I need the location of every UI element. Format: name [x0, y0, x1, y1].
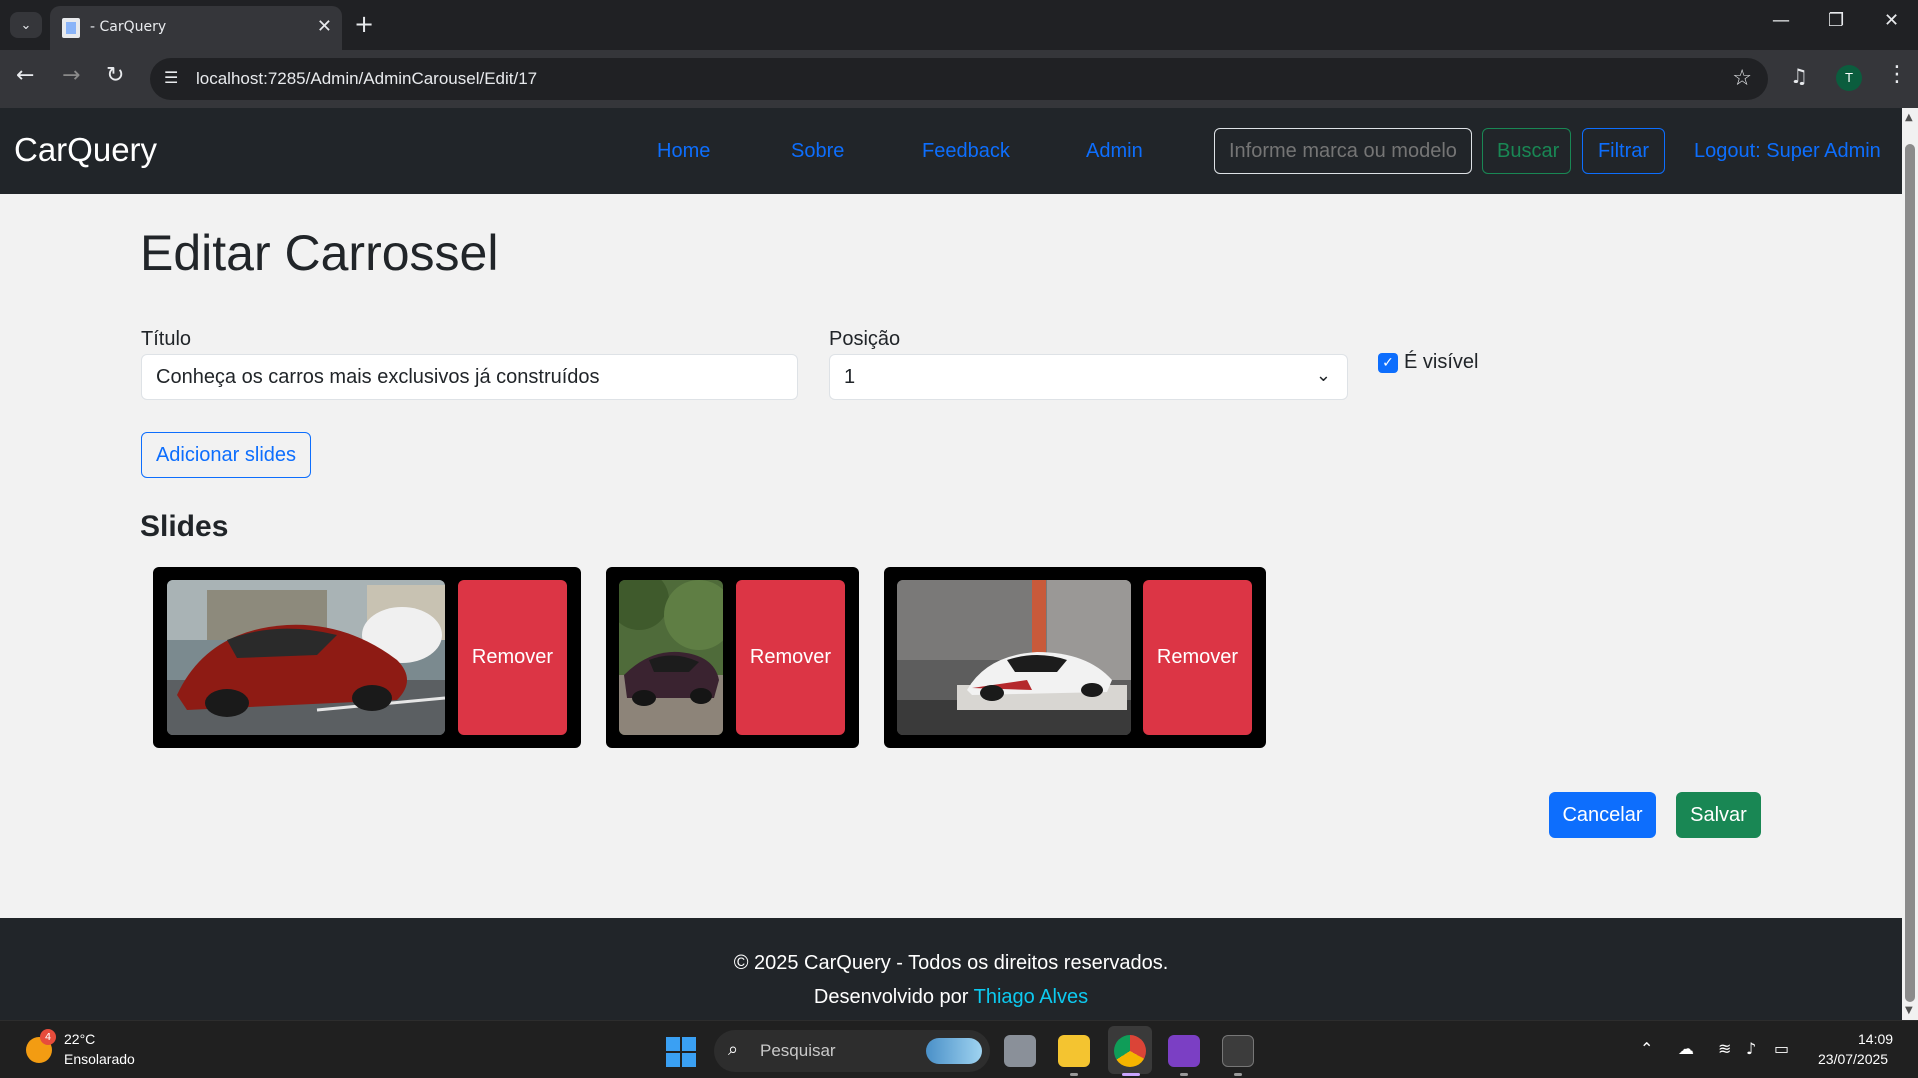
app-running-indicator [1234, 1073, 1242, 1076]
logout-link[interactable]: Logout: Super Admin [1694, 140, 1881, 163]
search-input[interactable] [1214, 128, 1472, 174]
volume-icon[interactable]: ♪ [1746, 1039, 1756, 1058]
profile-avatar[interactable]: T [1836, 65, 1862, 91]
task-view-icon[interactable] [1004, 1035, 1036, 1067]
search-highlight-icon [926, 1038, 982, 1064]
visivel-checkbox[interactable]: ✓ [1378, 353, 1398, 373]
weather-description[interactable]: Ensolarado [64, 1051, 135, 1067]
back-icon[interactable]: ← [16, 63, 34, 88]
slide-card: Remover [884, 567, 1266, 748]
page-scrollbar[interactable]: ▲ ▼ [1902, 108, 1918, 1020]
page-favicon-icon [62, 18, 80, 38]
taskbar-search[interactable]: ⌕ Pesquisar [714, 1030, 990, 1072]
new-tab-icon[interactable]: + [354, 10, 374, 38]
page-title: Editar Carrossel [140, 225, 499, 281]
browser-toolbar: ← → ↻ ☰ localhost:7285/Admin/AdminCarous… [0, 50, 1918, 108]
remove-slide-button[interactable]: Remover [736, 580, 845, 735]
windows-start-icon[interactable] [666, 1037, 696, 1067]
posicao-select[interactable]: 1 ⌄ [829, 354, 1348, 400]
site-navbar: CarQuery Home Sobre Feedback Admin Busca… [0, 108, 1902, 194]
reload-icon[interactable]: ↻ [106, 63, 124, 88]
slides-heading: Slides [140, 510, 229, 543]
visual-studio-icon[interactable] [1168, 1035, 1200, 1067]
clock-date[interactable]: 23/07/2025 [1818, 1051, 1888, 1067]
brand-logo[interactable]: CarQuery [14, 131, 157, 169]
slide-card: Remover [153, 567, 581, 748]
posicao-label: Posição [829, 328, 901, 350]
titulo-label: Título [141, 328, 192, 350]
titulo-input[interactable] [141, 354, 798, 400]
developed-by-text: Desenvolvido por [813, 986, 969, 1008]
tab-search-button[interactable]: ⌄ [10, 12, 42, 38]
restore-icon[interactable]: ❐ [1828, 10, 1844, 31]
nav-link-sobre[interactable]: Sobre [791, 140, 844, 163]
tab-title: - CarQuery [90, 19, 167, 35]
remove-slide-button[interactable]: Remover [1143, 580, 1252, 735]
author-link[interactable]: Thiago Alves [974, 986, 1089, 1008]
terminal-icon[interactable] [1222, 1035, 1254, 1067]
buscar-button[interactable]: Buscar [1482, 128, 1571, 174]
clock-time[interactable]: 14:09 [1858, 1031, 1893, 1047]
visivel-label: É visível [1404, 351, 1479, 373]
scrollbar-thumb[interactable] [1905, 144, 1915, 1002]
chevron-up-icon[interactable]: ⌃ [1640, 1039, 1653, 1058]
slide-card: Remover [606, 567, 859, 748]
search-icon: ⌕ [728, 1039, 739, 1060]
browser-tab[interactable]: - CarQuery ✕ [50, 6, 342, 50]
battery-icon[interactable]: ▭ [1774, 1039, 1789, 1058]
nav-link-home[interactable]: Home [657, 140, 710, 163]
site-footer: © 2025 CarQuery - Todos os direitos rese… [0, 918, 1902, 1020]
app-running-indicator [1180, 1073, 1188, 1076]
weather-temperature[interactable]: 22°C [64, 1031, 95, 1047]
cancel-button[interactable]: Cancelar [1549, 792, 1656, 838]
nav-link-admin[interactable]: Admin [1086, 140, 1143, 163]
address-bar[interactable]: ☰ localhost:7285/Admin/AdminCarousel/Edi… [150, 58, 1768, 100]
close-tab-icon[interactable]: ✕ [317, 16, 332, 37]
media-controls-icon[interactable]: ♫ [1790, 64, 1808, 88]
remove-slide-button[interactable]: Remover [458, 580, 567, 735]
app-running-indicator [1070, 1073, 1078, 1076]
chrome-icon[interactable] [1114, 1035, 1146, 1067]
url-text[interactable]: localhost:7285/Admin/AdminCarousel/Edit/… [196, 69, 537, 89]
taskbar-search-label: Pesquisar [760, 1041, 836, 1060]
footer-copyright: © 2025 CarQuery - Todos os direitos rese… [733, 952, 1169, 974]
footer-credits: Desenvolvido por Thiago Alves [0, 986, 1902, 1009]
scroll-up-icon[interactable]: ▲ [1905, 112, 1913, 123]
slide-image-white-hypercar [897, 580, 1131, 735]
weather-badge: 4 [40, 1029, 56, 1045]
file-explorer-icon[interactable] [1058, 1035, 1090, 1067]
chevron-down-icon: ⌄ [1315, 365, 1331, 385]
slide-image-red-supercar [167, 580, 445, 735]
add-slides-button[interactable]: Adicionar slides [141, 432, 311, 478]
site-info-icon[interactable]: ☰ [164, 68, 178, 87]
close-window-icon[interactable]: ✕ [1884, 10, 1899, 31]
bookmark-star-icon[interactable]: ☆ [1732, 66, 1752, 91]
save-button[interactable]: Salvar [1676, 792, 1761, 838]
filtrar-button[interactable]: Filtrar [1582, 128, 1665, 174]
windows-taskbar: 4 22°C Ensolarado ⌕ Pesquisar ⌃ ☁ ≋ ♪ ▭ … [0, 1020, 1918, 1078]
browser-menu-icon[interactable]: ⋮ [1886, 62, 1908, 87]
scroll-down-icon[interactable]: ▼ [1905, 1005, 1913, 1016]
forward-icon[interactable]: → [62, 63, 80, 88]
nav-link-feedback[interactable]: Feedback [922, 140, 1010, 163]
posicao-selected-value: 1 [844, 365, 856, 388]
minimize-icon[interactable]: — [1772, 10, 1790, 31]
wifi-icon[interactable]: ≋ [1718, 1039, 1731, 1058]
app-active-indicator [1122, 1073, 1140, 1076]
browser-tab-bar: ⌄ - CarQuery ✕ + — ❐ ✕ [0, 0, 1918, 50]
onedrive-cloud-icon[interactable]: ☁ [1678, 1039, 1694, 1058]
slide-image-dark-hypercar [619, 580, 723, 735]
